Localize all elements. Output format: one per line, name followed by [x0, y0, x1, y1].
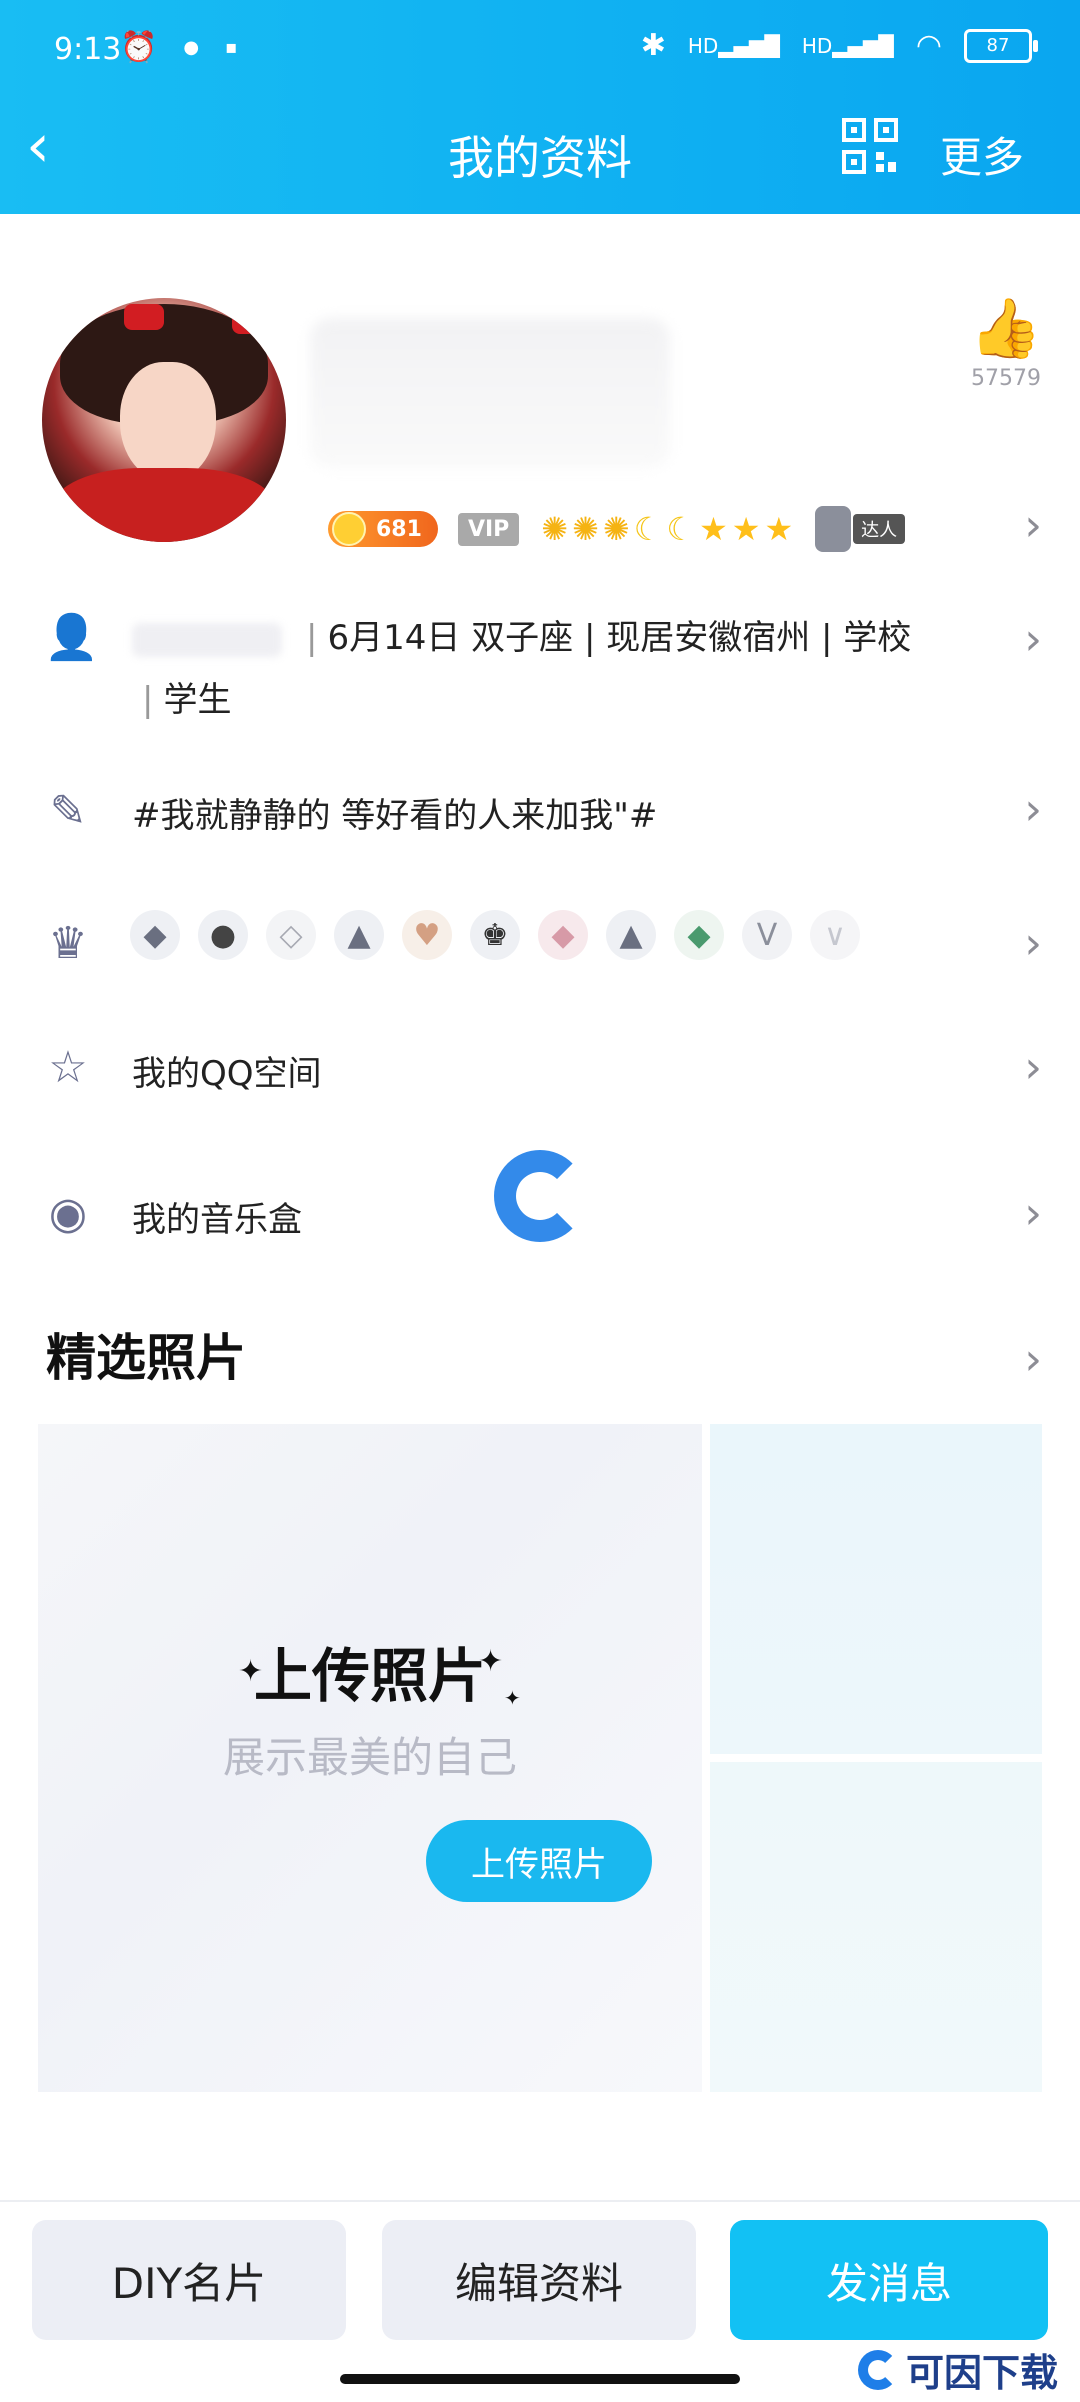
music-label: 我的音乐盒 [132, 1200, 302, 1240]
status-bar: 9:13 ⏰ ● ▪ ✱ HD▂▄▆█ HD▂▄▆█ ◠ 87 [0, 24, 1080, 84]
info-text-line2: | 学生 [142, 680, 232, 720]
bluetooth-icon: ✱ [640, 28, 666, 63]
like-button[interactable]: 👍 57579 [966, 296, 1046, 391]
signal-icon: HD▂▄▆█ [801, 33, 894, 58]
sun-icon: ✺ [541, 510, 569, 548]
penguin-medal-icon: ◆ [130, 910, 180, 960]
like-count: 57579 [971, 366, 1041, 391]
chevron-right-icon[interactable]: › [1024, 618, 1042, 662]
vip-badge[interactable]: VIP [457, 512, 520, 546]
penguin-medal-icon: ▲ [334, 910, 384, 960]
green-diamond-icon: ◆ [674, 910, 724, 960]
pencil-icon: ✎ [49, 786, 87, 837]
send-message-button[interactable]: 发消息 [730, 2220, 1048, 2340]
thumbs-up-icon: 👍 [969, 294, 1043, 362]
sun-icon: ✺ [602, 510, 630, 548]
avatar[interactable] [42, 298, 286, 542]
moon-icon: ☾ [666, 510, 696, 548]
moon-icon: ☾ [633, 510, 663, 548]
qzone-label: 我的QQ空间 [132, 1054, 322, 1094]
info-text-line: | 6月14日 双子座 | 现居安徽宿州 | 学校 [132, 610, 911, 659]
section-title-photos: 精选照片 [46, 1329, 246, 1387]
diamond-medal-icon: ◇ [266, 910, 316, 960]
person-icon: 👤 [44, 612, 99, 663]
crown-penguin-medal-icon: ♚ [470, 910, 520, 960]
info-blurred [132, 622, 282, 657]
more-button[interactable]: 更多 [940, 124, 1024, 185]
qq-level-icons[interactable]: ✺ ✺ ✺ ☾ ☾ ★ ★ ★ [541, 510, 793, 548]
chevron-right-icon[interactable]: › [1024, 1192, 1042, 1236]
v-medal-icon: ∨ [810, 910, 860, 960]
photo-placeholder[interactable] [710, 1424, 1042, 1754]
medal-row[interactable]: ♛ ◆ ● ◇ ▲ ♥ ♚ ◆ ▲ ◆ V ∨ › [0, 906, 1080, 986]
penguin-medal-icon: ● [198, 910, 248, 960]
watermark-logo [494, 1150, 586, 1242]
star-icon: ★ [764, 510, 794, 548]
coin-icon [332, 512, 366, 546]
diamond-medal-icon: ◆ [538, 910, 588, 960]
top-bar: 9:13 ⏰ ● ▪ ✱ HD▂▄▆█ HD▂▄▆█ ◠ 87 ‹ 我的资料 更… [0, 0, 1080, 214]
star-icon: ★ [731, 510, 761, 548]
photo-grid: ✦ ✦ ✦ 上传照片 展示最美的自己 上传照片 [38, 1424, 1042, 2092]
qzone-star-icon: ☆ [48, 1042, 88, 1093]
info-row[interactable]: 👤 | 6月14日 双子座 | 现居安徽宿州 | 学校 | 学生 › [0, 600, 1080, 721]
chevron-right-icon[interactable]: › [1024, 788, 1042, 832]
home-indicator[interactable] [340, 2374, 740, 2384]
chevron-right-icon[interactable]: › [1024, 1046, 1042, 1090]
badge-row[interactable]: 681 VIP ✺ ✺ ✺ ☾ ☾ ★ ★ ★ 达人 [328, 506, 906, 552]
upload-title: 上传照片 [253, 1642, 486, 1710]
chevron-right-icon[interactable]: › [1024, 922, 1042, 966]
sun-icon: ✺ [572, 510, 599, 548]
edit-profile-button[interactable]: 编辑资料 [382, 2220, 696, 2340]
signature-row[interactable]: ✎ #我就静静的 等好看的人来加我"# › [0, 782, 1080, 852]
wifi-icon: ◠ [915, 28, 942, 63]
battery-icon: 87 [964, 28, 1038, 63]
nickname-blurred [310, 318, 670, 468]
photo-placeholder[interactable] [710, 1762, 1042, 2092]
qzone-row[interactable]: ☆ 我的QQ空间 › [0, 1040, 1080, 1110]
chevron-right-icon[interactable]: › [1024, 1338, 1042, 1382]
penguin-medal-icon: ▲ [606, 910, 656, 960]
status-time: 9:13 [54, 32, 122, 67]
talent-badge[interactable]: 达人 [815, 506, 906, 552]
notification-icon: ● [183, 37, 200, 58]
upload-photo-button[interactable]: 上传照片 [426, 1820, 652, 1902]
medal-list: ◆ ● ◇ ▲ ♥ ♚ ◆ ▲ ◆ V ∨ [130, 910, 860, 960]
chevron-right-icon[interactable]: › [1024, 504, 1042, 548]
crown-icon: ♛ [48, 918, 88, 969]
status-right-icons: ✱ HD▂▄▆█ HD▂▄▆█ ◠ 87 [640, 28, 1038, 63]
alarm-icon: ⏰ [120, 30, 158, 65]
heart-medal-icon: ♥ [402, 910, 452, 960]
signature-text: #我就静静的 等好看的人来加我"# [132, 796, 658, 836]
page-title: 我的资料 [448, 131, 632, 185]
signal-icon: HD▂▄▆█ [687, 33, 780, 58]
diy-card-button[interactable]: DIY名片 [32, 2220, 346, 2340]
coin-badge[interactable]: 681 [328, 511, 438, 547]
vip-medal-icon: V [742, 910, 792, 960]
notification-icon: ▪ [225, 37, 238, 58]
bottom-action-bar: DIY名片 编辑资料 发消息 可因下载 [0, 2200, 1080, 2402]
watermark-text: 可因下载 [857, 2342, 1058, 2397]
status-left-icons: ⏰ ● ▪ [120, 30, 237, 65]
star-icon: ★ [699, 510, 728, 548]
photo-upload-panel: ✦ ✦ ✦ 上传照片 展示最美的自己 上传照片 [38, 1424, 702, 2092]
music-disc-icon: ◉ [48, 1188, 88, 1239]
qr-code-icon[interactable] [842, 118, 898, 174]
upload-subtitle: 展示最美的自己 [222, 1733, 517, 1782]
phone-icon [815, 506, 852, 552]
nav-bar: ‹ 我的资料 更多 [0, 110, 1080, 190]
